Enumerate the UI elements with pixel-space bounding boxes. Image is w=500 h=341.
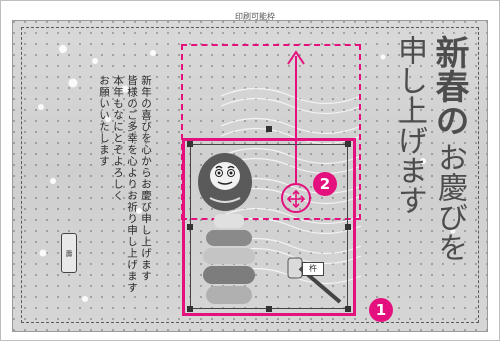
step-badge-2: 2 (313, 172, 337, 196)
mallet-label: 杵 (302, 262, 324, 276)
resize-handle-right[interactable] (345, 224, 351, 230)
resize-handle-bottom-right[interactable] (345, 306, 351, 312)
resize-handle-left[interactable] (187, 224, 193, 230)
resize-handle-top-left[interactable] (187, 141, 193, 147)
message-line-4: お願いいたします (98, 75, 110, 167)
greeting-line-3: 申し上げます (392, 35, 427, 215)
mallet-illustration (287, 257, 342, 304)
greeting-line-1: 新春の (429, 35, 469, 137)
message-line-2: 皆様のご多幸を心よりお祈り申し上げます (126, 75, 138, 294)
daruma-illustration (198, 153, 252, 211)
resize-handle-top-right[interactable] (345, 141, 351, 147)
rotate-handle[interactable] (266, 126, 272, 132)
new-year-greeting: 新春の お慶びを 申し上げます (370, 35, 470, 280)
greeting-line-2: お慶びを (432, 142, 467, 263)
resize-handle-bottom[interactable] (266, 306, 272, 312)
move-icon[interactable] (287, 190, 305, 208)
kotobuki-stamp: 壽 (61, 233, 77, 273)
kagami-mochi-illustration (203, 214, 255, 304)
step-badge-1: 1 (369, 298, 393, 322)
message-line-1: 新年の喜びを心からお慶び申し上げます (140, 75, 152, 282)
resize-handle-bottom-left[interactable] (187, 306, 193, 312)
message-line-3: 本年もなにとぞよろしく (112, 75, 124, 202)
